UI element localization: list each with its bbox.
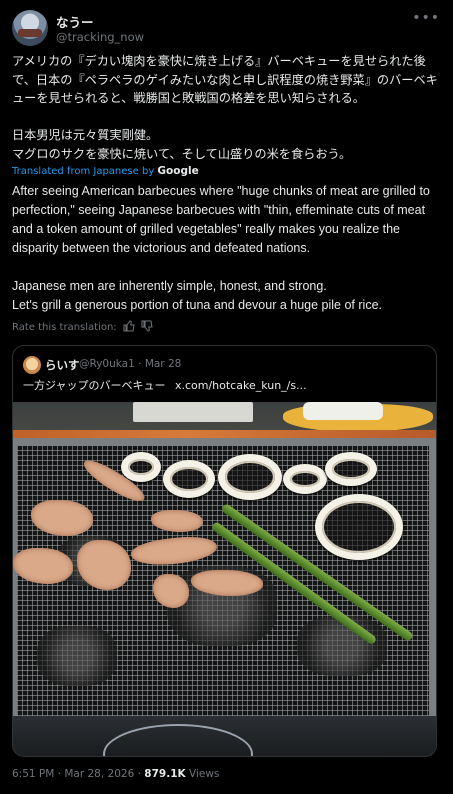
post-time[interactable]: 6:51 PM <box>12 768 54 780</box>
views-label: Views <box>188 768 220 780</box>
post-footer: 6:51 PM · Mar 28, 2026 · 879.1K Views <box>12 768 220 780</box>
translated-paragraph: Japanese men are inherently simple, hone… <box>12 279 382 312</box>
post-paragraph: 日本男児は元々質実剛健。 マグロのサクを豪快に焼いて、そして山盛りの米を食らおう… <box>12 128 352 161</box>
quoted-text: 一方ジャップのバーベキュー x.com/hotcake_kun_/s... <box>23 377 307 393</box>
tray <box>133 402 253 422</box>
post-text: アメリカの『デカい塊肉を豪快に焼き上げる』バーベキューを見せられた後で、日本の『… <box>12 52 440 182</box>
rate-translation-label: Rate this translation: <box>12 322 117 333</box>
author-display-name[interactable]: なうー <box>56 12 94 31</box>
translated-from-label[interactable]: Translated from Japanese by <box>12 166 154 177</box>
quoted-display-name[interactable]: らいす <box>45 357 80 373</box>
quoted-date[interactable]: Mar 28 <box>145 358 182 370</box>
quoted-meta: @Ry0uka1 · Mar 28 <box>79 358 181 370</box>
rate-translation: Rate this translation: <box>12 320 153 335</box>
onion-ring <box>325 452 377 486</box>
post-date[interactable]: Mar 28, 2026 <box>64 768 134 780</box>
quoted-photo[interactable] <box>13 402 436 756</box>
translated-paragraph: After seeing American barbecues where "h… <box>12 184 430 255</box>
avatar[interactable] <box>12 10 48 46</box>
post-header: なうー @tracking_now ••• <box>12 10 442 50</box>
onion-ring <box>163 460 215 498</box>
quoted-post[interactable]: らいす @Ry0uka1 · Mar 28 一方ジャップのバーベキュー x.co… <box>12 345 437 757</box>
quoted-link[interactable]: x.com/hotcake_kun_/s... <box>175 379 307 392</box>
views-count: 879.1K <box>144 768 186 780</box>
thumbs-up-icon[interactable] <box>123 320 135 335</box>
onion-ring <box>218 454 282 500</box>
ellipsis-icon[interactable]: ••• <box>412 10 440 26</box>
separator: · <box>138 358 142 370</box>
quoted-body: 一方ジャップのバーベキュー <box>23 379 166 392</box>
google-logo: Google <box>157 165 199 177</box>
onion-ring <box>315 494 403 560</box>
thumbs-down-icon[interactable] <box>141 320 153 335</box>
translation-attribution: Translated from Japanese by Google <box>12 165 199 177</box>
post-paragraph: アメリカの『デカい塊肉を豪快に焼き上げる』バーベキューを見せられた後で、日本の『… <box>12 54 438 105</box>
author-handle[interactable]: @tracking_now <box>56 30 144 44</box>
onion-ring <box>283 464 327 494</box>
onion-ring <box>121 452 161 482</box>
translated-text: After seeing American barbecues where "h… <box>12 182 442 334</box>
quoted-handle[interactable]: @Ry0uka1 <box>79 358 135 370</box>
quoted-avatar[interactable] <box>23 356 41 374</box>
cloth <box>303 402 383 420</box>
